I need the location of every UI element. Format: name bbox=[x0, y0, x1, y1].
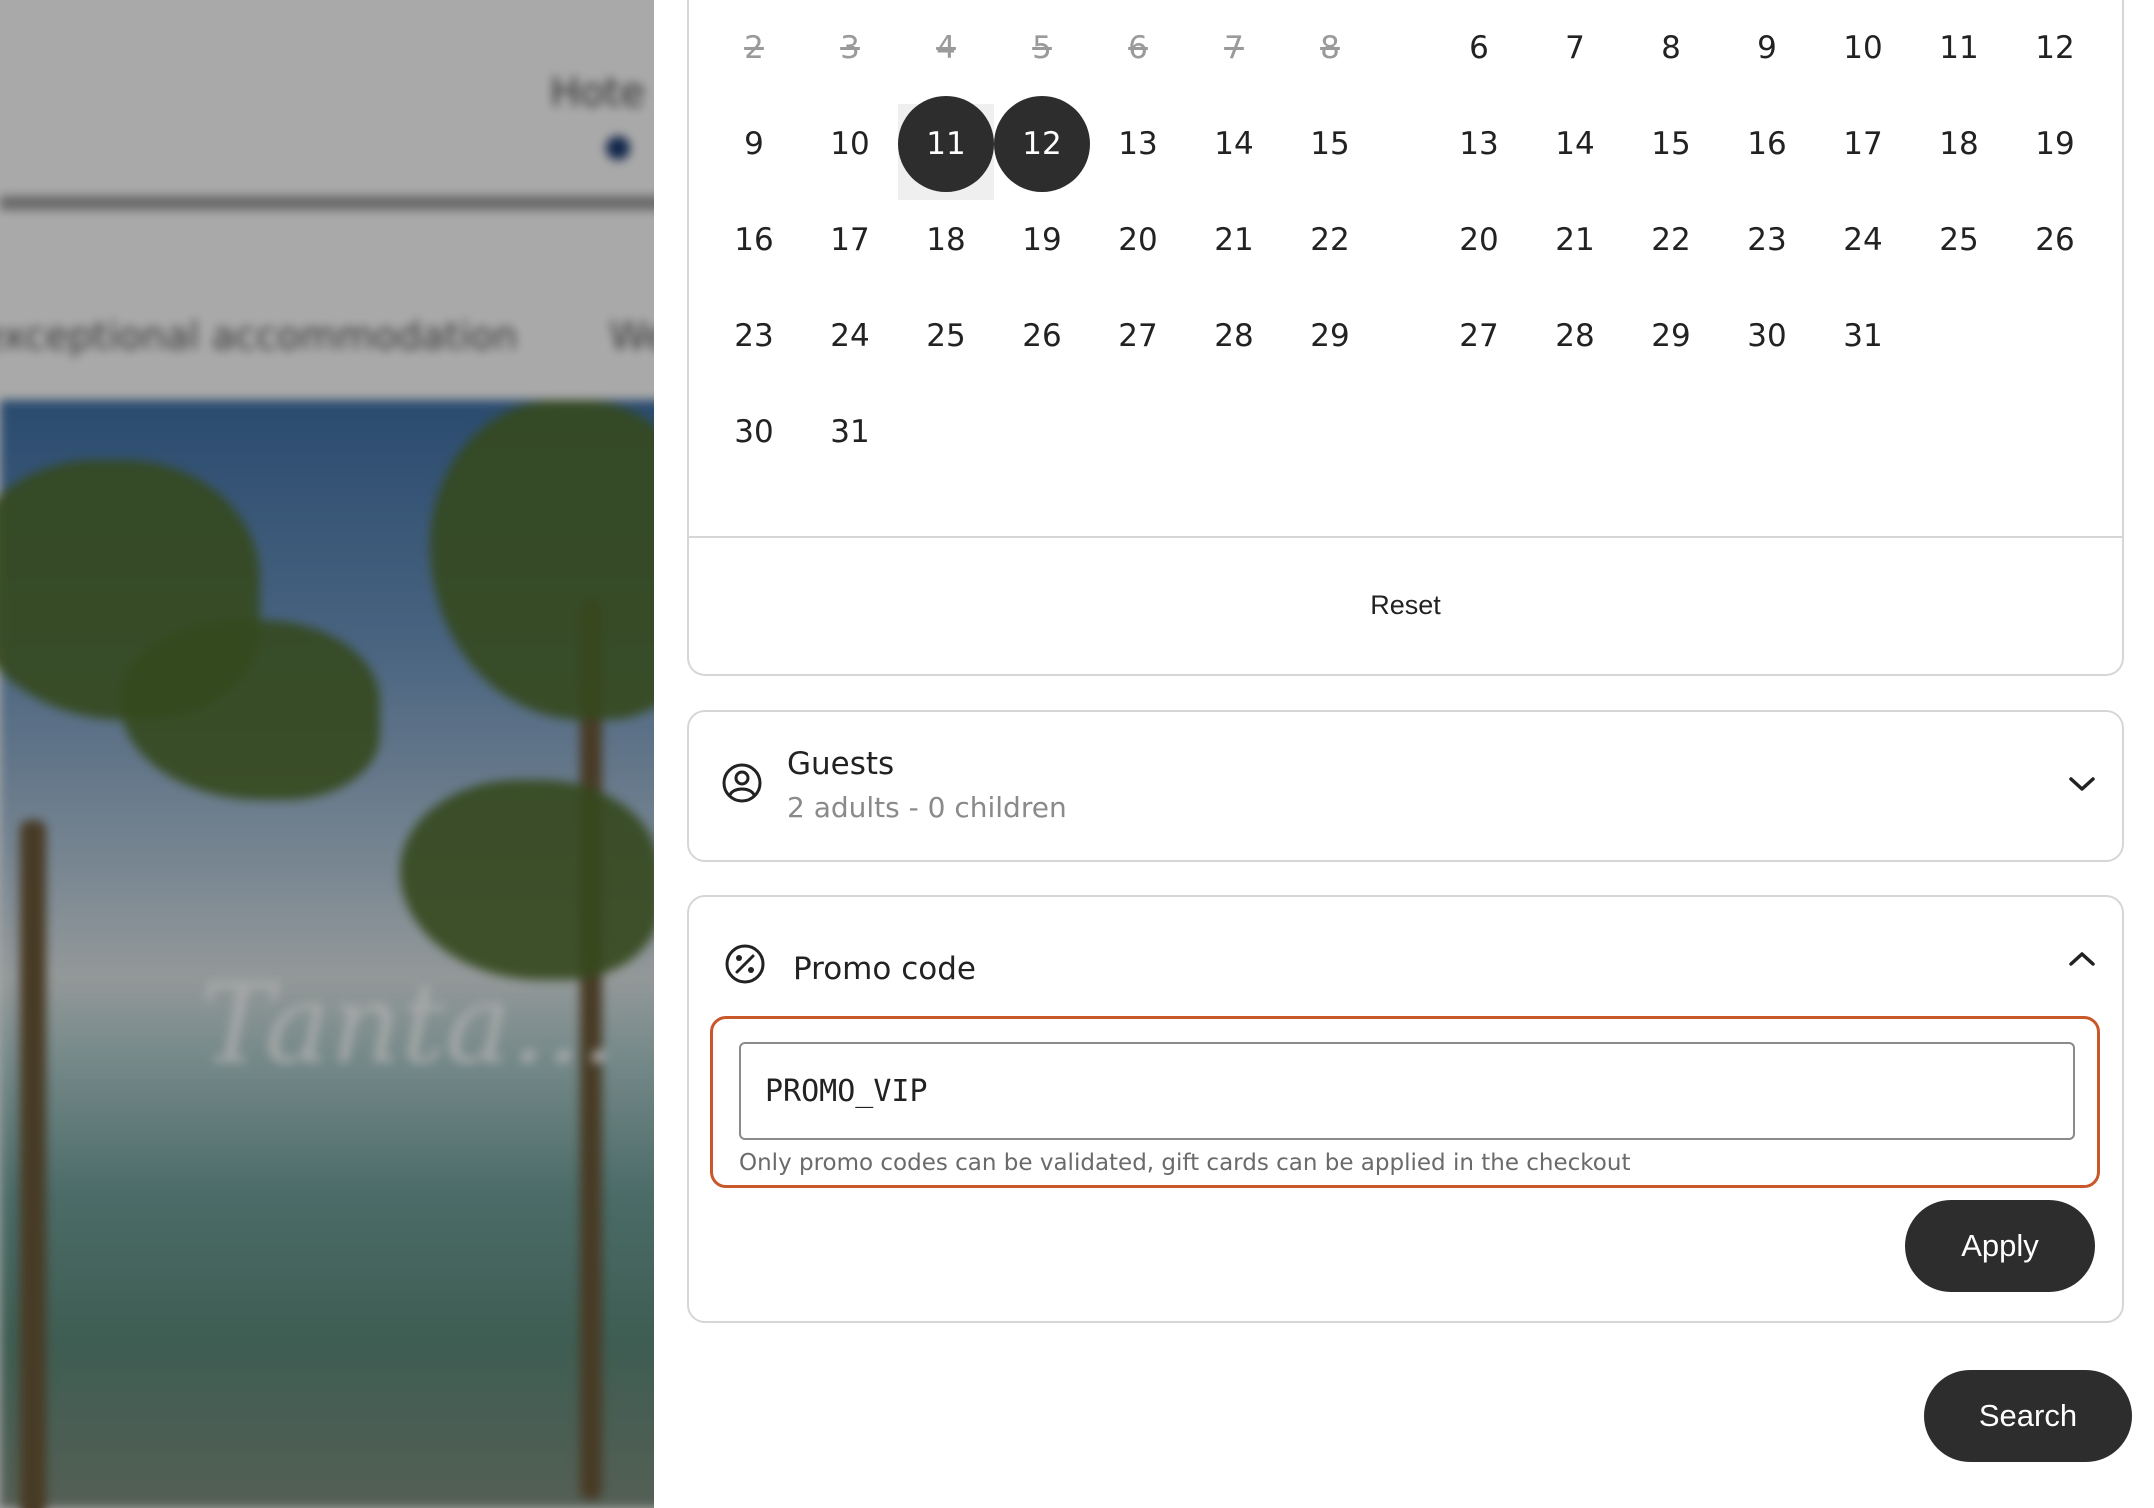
calendar-day-disabled: 8 bbox=[1320, 30, 1340, 66]
calendar-day[interactable]: 24 bbox=[802, 288, 898, 384]
calendar-day[interactable]: 19 bbox=[2007, 96, 2103, 192]
calendar-grid-right: 6 7 8 9 10 11 12 13 14 15 16 17 18 19 20 21 22 23 24 25 26 27… bbox=[1431, 0, 2103, 384]
calendar-day[interactable]: 20 bbox=[1431, 192, 1527, 288]
apply-button[interactable]: Apply bbox=[1905, 1200, 2095, 1292]
promo-field-error-outline: Only promo codes can be validated, gift … bbox=[710, 1016, 2100, 1188]
calendar-day[interactable]: 13 bbox=[1431, 96, 1527, 192]
calendar-day-empty bbox=[994, 384, 1090, 480]
guests-title: Guests bbox=[787, 746, 895, 782]
calendar-day[interactable]: 20 bbox=[1090, 192, 1186, 288]
calendar-day[interactable]: 31 bbox=[802, 384, 898, 480]
calendar-day[interactable]: 16 bbox=[706, 192, 802, 288]
calendar-day[interactable]: 21 bbox=[1527, 192, 1623, 288]
calendar-day[interactable]: 12 bbox=[2007, 0, 2103, 96]
calendar-day[interactable]: 13 bbox=[1090, 96, 1186, 192]
calendar-day-empty bbox=[1282, 384, 1378, 480]
percent-badge-icon bbox=[725, 944, 765, 984]
calendar-day[interactable]: 18 bbox=[898, 192, 994, 288]
calendar-day[interactable]: 29 bbox=[1623, 288, 1719, 384]
calendar-day[interactable]: 14 bbox=[1186, 96, 1282, 192]
promo-help-text: Only promo codes can be validated, gift … bbox=[739, 1150, 1631, 1176]
calendar-day-selected[interactable]: 11 bbox=[898, 96, 994, 192]
chevron-down-icon[interactable] bbox=[2067, 774, 2097, 794]
calendar-day[interactable]: 15 bbox=[1623, 96, 1719, 192]
booking-drawer: 2 3 4 5 6 7 8 9 10 11 12 13 14 15 16 17 18 19 20 21 22 23 24 25… bbox=[654, 0, 2154, 1508]
calendar-day[interactable]: 29 bbox=[1282, 288, 1378, 384]
user-circle-icon bbox=[722, 763, 762, 803]
calendar-day[interactable]: 23 bbox=[706, 288, 802, 384]
calendar-month-right: 6 7 8 9 10 11 12 13 14 15 16 17 18 19 20 21 22 23 24 25 26 27… bbox=[1431, 0, 2103, 384]
calendar-day-empty bbox=[1911, 288, 2007, 384]
calendar-day-disabled: 4 bbox=[936, 30, 956, 66]
calendar-day-disabled: 2 bbox=[744, 30, 764, 66]
calendar-divider bbox=[689, 536, 2122, 538]
calendar-day[interactable]: 30 bbox=[1719, 288, 1815, 384]
calendar-day[interactable]: 17 bbox=[1815, 96, 1911, 192]
calendar-day-disabled: 3 bbox=[840, 30, 860, 66]
calendar-day[interactable]: 25 bbox=[1911, 192, 2007, 288]
calendar-day-empty bbox=[2007, 288, 2103, 384]
calendar-day-selected[interactable]: 12 bbox=[994, 96, 1090, 192]
calendar-day[interactable]: 28 bbox=[1527, 288, 1623, 384]
calendar-day[interactable]: 7 bbox=[1527, 0, 1623, 96]
calendar-day[interactable]: 30 bbox=[706, 384, 802, 480]
search-button[interactable]: Search bbox=[1924, 1370, 2132, 1462]
calendar-day[interactable]: 25 bbox=[898, 288, 994, 384]
calendar-day[interactable]: 10 bbox=[802, 96, 898, 192]
calendar-day[interactable]: 9 bbox=[1719, 0, 1815, 96]
calendar-day-disabled: 5 bbox=[1032, 30, 1052, 66]
calendar-day[interactable]: 19 bbox=[994, 192, 1090, 288]
calendar-day[interactable]: 15 bbox=[1282, 96, 1378, 192]
calendar-day[interactable]: 9 bbox=[706, 96, 802, 192]
calendar-day[interactable]: 28 bbox=[1186, 288, 1282, 384]
calendar-day[interactable]: 26 bbox=[2007, 192, 2103, 288]
date-picker-card: 2 3 4 5 6 7 8 9 10 11 12 13 14 15 16 17 18 19 20 21 22 23 24 25… bbox=[687, 0, 2124, 676]
calendar-day[interactable]: 8 bbox=[1623, 0, 1719, 96]
calendar-day-empty bbox=[898, 384, 994, 480]
calendar-day[interactable]: 27 bbox=[1090, 288, 1186, 384]
calendar-day-disabled: 7 bbox=[1224, 30, 1244, 66]
calendar-day[interactable]: 31 bbox=[1815, 288, 1911, 384]
calendar-day[interactable]: 23 bbox=[1719, 192, 1815, 288]
calendar-day[interactable]: 22 bbox=[1282, 192, 1378, 288]
calendar-day[interactable]: 14 bbox=[1527, 96, 1623, 192]
calendar-day[interactable]: 24 bbox=[1815, 192, 1911, 288]
calendar-day[interactable]: 18 bbox=[1911, 96, 2007, 192]
calendar-day[interactable]: 22 bbox=[1623, 192, 1719, 288]
calendar-month-left: 2 3 4 5 6 7 8 9 10 11 12 13 14 15 16 17 18 19 20 21 22 23 24 25… bbox=[706, 0, 1378, 480]
calendar-day[interactable]: 27 bbox=[1431, 288, 1527, 384]
calendar-day-empty bbox=[1186, 384, 1282, 480]
calendar-grid-left: 2 3 4 5 6 7 8 9 10 11 12 13 14 15 16 17 18 19 20 21 22 23 24 25… bbox=[706, 0, 1378, 480]
promo-title: Promo code bbox=[793, 951, 976, 987]
reset-button[interactable]: Reset bbox=[689, 540, 2122, 670]
background-page: Hote exceptional accommodation Wel Tanta… bbox=[0, 0, 654, 1508]
calendar-day[interactable]: 10 bbox=[1815, 0, 1911, 96]
calendar-day[interactable]: 17 bbox=[802, 192, 898, 288]
promo-code-panel: Promo code Only promo codes can be valid… bbox=[687, 895, 2124, 1323]
calendar-day[interactable]: 16 bbox=[1719, 96, 1815, 192]
guests-selector[interactable]: Guests 2 adults - 0 children bbox=[687, 710, 2124, 862]
guests-summary: 2 adults - 0 children bbox=[787, 791, 1067, 824]
promo-code-input[interactable] bbox=[739, 1042, 2075, 1140]
calendar-day-disabled: 6 bbox=[1128, 30, 1148, 66]
calendar-day[interactable]: 26 bbox=[994, 288, 1090, 384]
calendar-day[interactable]: 11 bbox=[1911, 0, 2007, 96]
calendar-day[interactable]: 21 bbox=[1186, 192, 1282, 288]
calendar-day-empty bbox=[1090, 384, 1186, 480]
overlay-dim[interactable] bbox=[0, 0, 654, 1508]
chevron-up-icon[interactable] bbox=[2067, 949, 2097, 969]
calendar-day[interactable]: 6 bbox=[1431, 0, 1527, 96]
